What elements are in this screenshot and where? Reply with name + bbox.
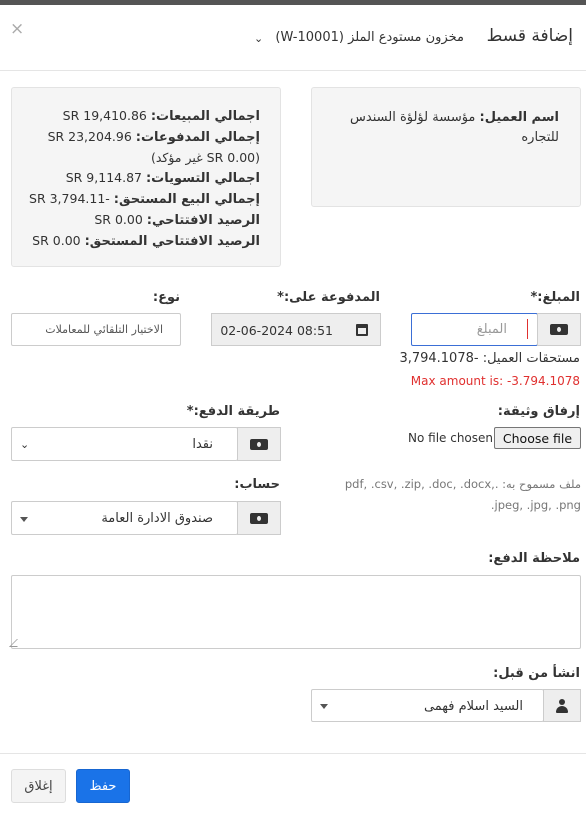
text-cursor [527,319,528,339]
summary-line-total-paid: إجمالي المدفوعات: SR 23,204.96 (0.00 SR … [47,129,260,165]
payment-note-textarea[interactable] [9,575,581,649]
payment-method-label: طريقة الدفع:* [186,404,280,419]
chevron-down-icon: ⌄ [254,32,264,45]
type-select-value: الاختيار التلقائي للمعاملات [45,323,163,336]
no-file-text: No file chosen [408,431,494,445]
attach-label: إرفاق وثيقة: [497,404,580,419]
payment-note-label: ملاحظة الدفع: [488,551,580,566]
caret-down-icon [20,517,28,522]
money-icon [250,438,268,450]
calendar-addon[interactable] [342,313,381,346]
amount-input-placeholder: المبلغ [476,322,507,337]
save-button[interactable]: حفظ [76,769,130,803]
type-label: نوع: [152,290,180,305]
close-icon[interactable]: × [10,21,24,38]
allowed-files-note: ملف مسموح به: .pdf, .csv, .zip, .doc, .d… [344,477,581,512]
money-icon [550,324,568,335]
payment-method-value: نقدا [192,437,213,452]
choose-file-button[interactable]: Choose file [494,427,581,449]
summary-line-opening-balance: الرصيد الافتتاحي: SR 0.00 [94,212,260,228]
created-by-value: السيد اسلام فهمى [423,699,523,714]
amount-addon [537,313,581,346]
calendar-icon [355,323,368,336]
payment-method-select[interactable]: نقدا ⌄ [11,427,238,461]
amount-label: المبلغ:* [530,290,580,305]
paid-on-label: المدفوعة على:* [277,290,380,305]
summary-line-sell-due: إجمالي البيع المستحق: SR 3,794.11- [29,191,260,207]
account-summary-panel: اجمالي المبيعات: SR 19,410.86 إجمالي الم… [11,87,281,267]
close-button[interactable]: إغلاق [11,769,66,803]
paid-on-input[interactable]: 02-06-2024 08:51 [211,313,343,346]
paid-on-value: 02-06-2024 08:51 [220,323,333,338]
amount-input[interactable]: المبلغ [411,313,538,346]
money-icon [250,512,268,524]
customer-name-label: اسم العميل: [479,110,559,125]
max-amount-error: Max amount is: -3.794.1078 [410,374,580,388]
modal-title: إضافة قسط [486,26,573,46]
user-icon [555,698,569,713]
account-addon [237,501,281,535]
customer-due-label: مستحقات العميل: [482,351,580,366]
header-divider [0,70,586,71]
payment-method-addon [237,427,281,461]
created-by-select[interactable]: السيد اسلام فهمى [311,689,544,722]
summary-line-opening-due: الرصيد الافتتاحي المستحق: SR 0.00 [32,233,260,249]
location-select[interactable]: ⌄ مخزون مستودع الملز (W-10001) [254,30,464,50]
account-label: حساب: [234,477,280,492]
customer-due-text: مستحقات العميل: 3,794.1078- [399,351,580,366]
chevron-down-icon: ⌄ [20,438,30,451]
summary-line-adjustments: اجمالي التسويات: SR 9,114.87 [65,170,260,186]
type-select[interactable]: الاختيار التلقائي للمعاملات [11,313,181,346]
caret-down-icon [320,704,328,709]
footer-divider [0,753,586,754]
summary-line-total-sales: اجمالي المبيعات: SR 19,410.86 [62,108,260,124]
location-select-value: مخزون مستودع الملز (W-10001) [275,30,464,45]
customer-due-value: 3,794.1078- [399,351,479,366]
top-edge-bar [0,0,586,5]
created-by-label: انشأ من قبل: [493,666,580,681]
created-by-addon [543,689,581,722]
account-select-value: صندوق الادارة العامة [101,511,213,526]
resize-handle-icon[interactable] [9,639,25,647]
customer-info-panel: اسم العميل: مؤسسة لؤلؤة السندس للتجاره [311,87,581,207]
account-select[interactable]: صندوق الادارة العامة [11,501,238,535]
